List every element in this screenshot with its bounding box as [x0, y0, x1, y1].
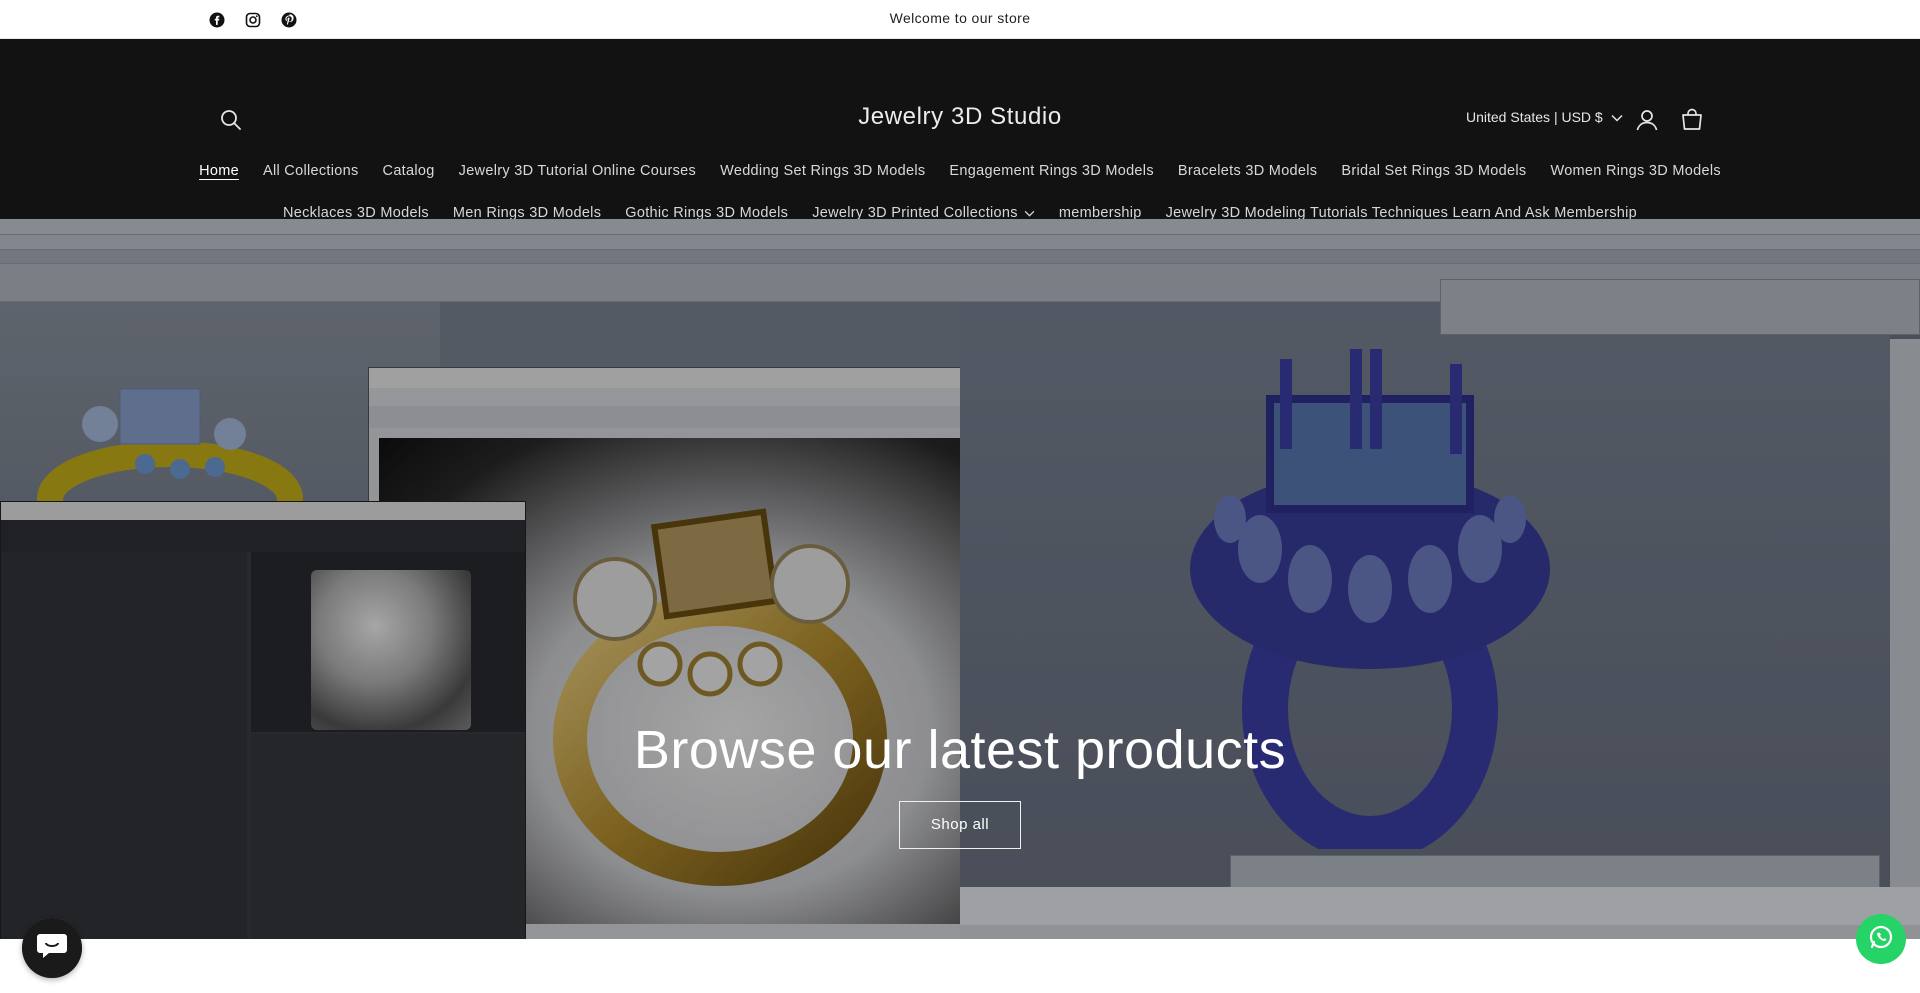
store-logo[interactable]: Jewelry 3D Studio [0, 103, 1920, 131]
shop-chat-button[interactable] [22, 918, 82, 978]
nav-engagement-rings[interactable]: Engagement Rings 3D Models [937, 163, 1165, 179]
nav-women-rings[interactable]: Women Rings 3D Models [1538, 163, 1732, 179]
cart-icon[interactable] [1679, 107, 1705, 133]
country-selector-label: United States | USD $ [1466, 109, 1603, 125]
nav-catalog[interactable]: Catalog [371, 163, 447, 179]
nav-tutorial-courses[interactable]: Jewelry 3D Tutorial Online Courses [447, 163, 708, 179]
hero-title: Browse our latest products [633, 720, 1287, 780]
account-icon[interactable] [1634, 107, 1660, 133]
site-header: Jewelry 3D Studio United States | USD $ … [0, 39, 1920, 221]
nav-all-collections[interactable]: All Collections [251, 163, 371, 179]
chevron-down-icon [1611, 109, 1623, 125]
shop-all-button[interactable]: Shop all [899, 801, 1021, 849]
chat-icon [35, 931, 69, 966]
nav-wedding-set-rings[interactable]: Wedding Set Rings 3D Models [708, 163, 937, 179]
hero-banner: Browse our latest products Shop all [0, 219, 1920, 939]
whatsapp-icon [1867, 923, 1895, 956]
announcement-bar: Welcome to our store [0, 0, 1920, 39]
main-nav-row-1: Home All Collections Catalog Jewelry 3D … [0, 163, 1920, 179]
nav-bridal-set-rings[interactable]: Bridal Set Rings 3D Models [1329, 163, 1538, 179]
whatsapp-button[interactable] [1856, 914, 1906, 964]
nav-home[interactable]: Home [187, 163, 251, 179]
announcement-text: Welcome to our store [889, 10, 1031, 26]
country-selector[interactable]: United States | USD $ [1466, 109, 1623, 125]
nav-bracelets[interactable]: Bracelets 3D Models [1166, 163, 1329, 179]
